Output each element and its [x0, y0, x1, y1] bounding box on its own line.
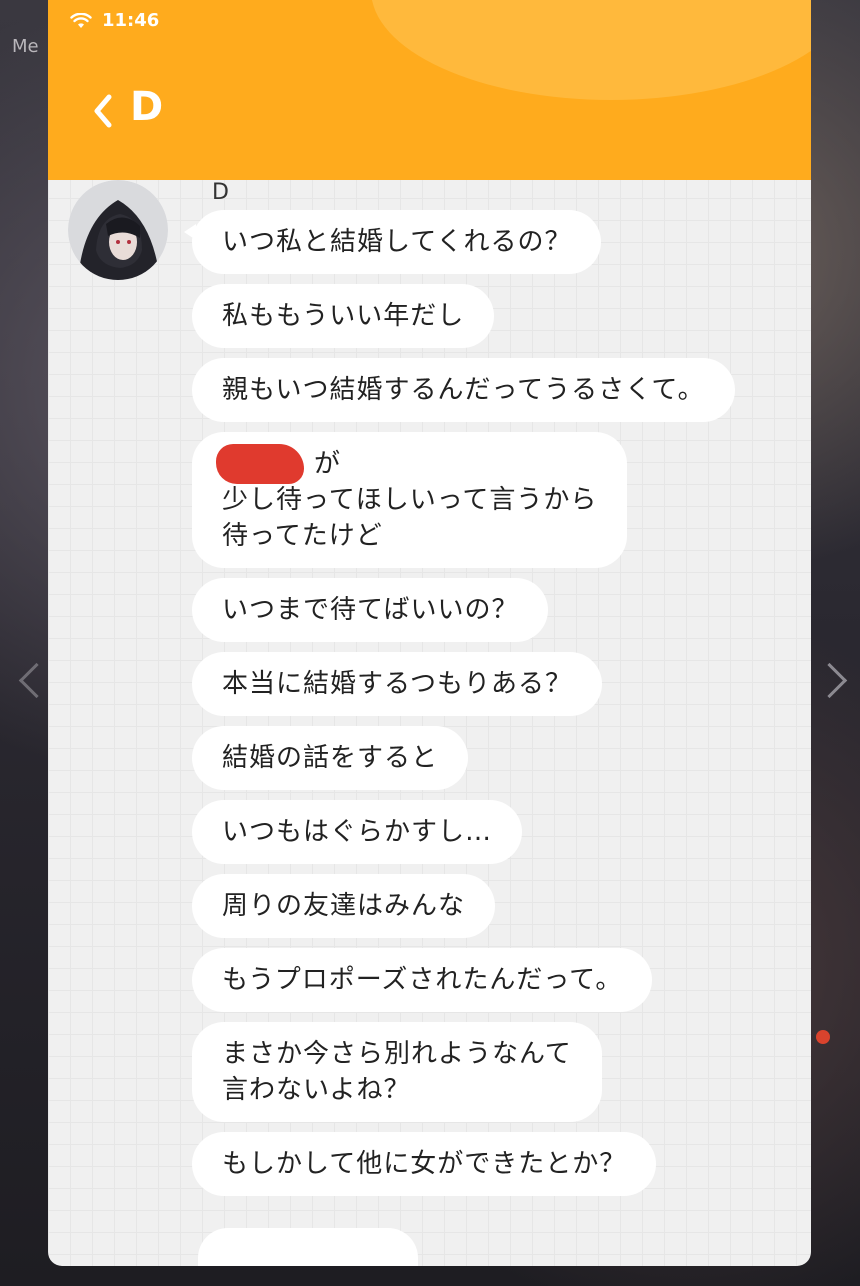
message-bubble: 周りの友達はみんな [192, 874, 496, 938]
redaction-mark [216, 444, 304, 484]
chat-header: 11:46 D [48, 0, 811, 180]
status-time: 11:46 [102, 10, 160, 31]
message-bubble: 私ももういい年だし [192, 284, 495, 348]
avatar[interactable] [68, 180, 168, 280]
back-button[interactable] [78, 86, 128, 136]
message-bubble: もしかして他に女ができたとか？ [192, 1132, 657, 1196]
avatar-image [68, 180, 168, 280]
wifi-icon [70, 12, 92, 28]
background-notification-dot [816, 1030, 830, 1044]
chat-title: D [130, 84, 164, 130]
message-bubble: もうプロポーズされたんだって。 [192, 948, 653, 1012]
chat-window: 11:46 D D いつ私と結婚してくれるの？ 私ももういい年だし 親もいつ結婚… [48, 0, 811, 1266]
message-bubble: 本当に結婚するつもりある？ [192, 652, 602, 716]
message-list: いつ私と結婚してくれるの？ 私ももういい年だし 親もいつ結婚するんだってうるさく… [183, 210, 792, 1206]
message-bubble: 結婚の話をすると [192, 726, 469, 790]
message-bubble: いつもはぐらかすし… [192, 800, 523, 864]
sender-name: D [212, 180, 229, 205]
message-bubble-partial [198, 1228, 418, 1266]
message-bubble: いつ私と結婚してくれるの？ [183, 210, 602, 274]
background-label: Me [12, 36, 39, 57]
message-bubble-redacted: が 少し待ってほしいって言うから 待ってたけど [192, 432, 628, 568]
message-bubble: まさか今さら別れようなんて 言わないよね？ [192, 1022, 602, 1122]
message-bubble: いつまで待てばいいの？ [192, 578, 549, 642]
status-bar: 11:46 [70, 10, 159, 31]
chevron-left-icon [94, 94, 112, 128]
message-bubble: 親もいつ結婚するんだってうるさくて。 [192, 358, 735, 422]
header-decoration [371, 0, 811, 100]
